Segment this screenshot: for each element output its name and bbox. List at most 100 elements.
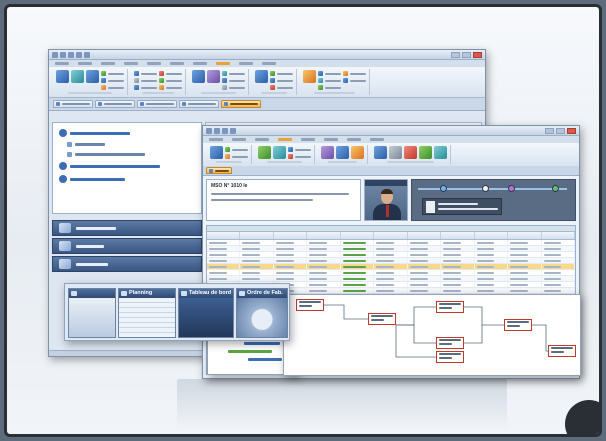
document-tab[interactable] xyxy=(95,100,135,108)
ribbon-tab[interactable] xyxy=(347,138,361,141)
ribbon-small-button[interactable] xyxy=(318,85,341,90)
save-icon[interactable] xyxy=(214,127,220,134)
flow-node[interactable] xyxy=(436,337,464,349)
ribbon-tab-active[interactable] xyxy=(278,138,292,141)
ribbon-small-button[interactable] xyxy=(159,85,182,90)
ribbon-tab[interactable] xyxy=(209,138,223,141)
save-icon[interactable] xyxy=(60,51,66,58)
ribbon-small-button[interactable] xyxy=(134,78,157,83)
document-tab-active[interactable] xyxy=(221,100,261,108)
calendar-icon[interactable] xyxy=(255,70,268,83)
thumbnail-ordre-de-fab[interactable]: Ordre de Fab. xyxy=(236,288,288,338)
close-button[interactable] xyxy=(473,51,482,58)
sidebar-link[interactable] xyxy=(59,129,195,137)
users-icon[interactable] xyxy=(273,146,286,159)
users-icon[interactable] xyxy=(71,70,84,83)
sidebar-link[interactable] xyxy=(59,175,195,183)
tools-icon[interactable] xyxy=(303,70,316,83)
ribbon-small-button[interactable] xyxy=(343,78,366,83)
ribbon-small-button[interactable] xyxy=(101,85,124,90)
sidebar-nav-group[interactable] xyxy=(52,256,202,272)
ribbon-tab[interactable] xyxy=(262,62,276,65)
column-header[interactable] xyxy=(441,232,475,239)
flow-node[interactable] xyxy=(368,313,396,325)
document-tab[interactable] xyxy=(179,100,219,108)
ribbon-tab[interactable] xyxy=(101,62,115,65)
ribbon-tab[interactable] xyxy=(193,62,207,65)
document-tab[interactable] xyxy=(53,100,93,108)
flow-node[interactable] xyxy=(436,301,464,313)
calendar-icon[interactable] xyxy=(336,146,349,159)
print-icon[interactable] xyxy=(389,146,402,159)
gantt-bar[interactable] xyxy=(244,342,280,345)
column-header[interactable] xyxy=(542,232,575,239)
minimize-button[interactable] xyxy=(451,51,460,58)
ribbon-small-button[interactable] xyxy=(159,71,182,76)
document-tab[interactable] xyxy=(137,100,177,108)
sidebar-sublink[interactable] xyxy=(59,142,195,147)
ribbon-small-button[interactable] xyxy=(270,85,293,90)
minimize-button[interactable] xyxy=(545,127,554,134)
ribbon-tab[interactable] xyxy=(170,62,184,65)
home-icon[interactable] xyxy=(210,146,223,159)
ribbon-tab[interactable] xyxy=(370,138,384,141)
ribbon-small-button[interactable] xyxy=(134,71,157,76)
ribbon-small-button[interactable] xyxy=(101,71,124,76)
app-logo-icon[interactable] xyxy=(52,51,58,58)
redo-icon[interactable] xyxy=(230,127,236,134)
column-header[interactable] xyxy=(240,232,274,239)
ribbon-small-button[interactable] xyxy=(343,71,366,76)
ribbon-small-button[interactable] xyxy=(318,71,341,76)
app-logo-icon[interactable] xyxy=(206,127,212,134)
ribbon-small-button[interactable] xyxy=(222,71,245,76)
sidebar-nav-group[interactable] xyxy=(52,220,202,236)
gantt-bar[interactable] xyxy=(228,350,272,353)
delete-icon[interactable] xyxy=(404,146,417,159)
ribbon-small-button[interactable] xyxy=(101,78,124,83)
timeline-marker[interactable] xyxy=(482,185,489,192)
thumbnail-planning[interactable]: Planning xyxy=(118,288,176,338)
ribbon-tab[interactable] xyxy=(255,138,269,141)
thumbnail-1[interactable] xyxy=(68,288,116,338)
chart-icon[interactable] xyxy=(321,146,334,159)
flow-node[interactable] xyxy=(296,299,324,311)
close-button[interactable] xyxy=(567,127,576,134)
ribbon-tab[interactable] xyxy=(124,62,138,65)
ribbon-tab[interactable] xyxy=(147,62,161,65)
ribbon-small-button[interactable] xyxy=(222,78,245,83)
ribbon-small-button[interactable] xyxy=(288,154,311,159)
gear-icon[interactable] xyxy=(56,70,69,83)
ribbon-tab[interactable] xyxy=(301,138,315,141)
ribbon-small-button[interactable] xyxy=(225,147,248,152)
folder-icon[interactable] xyxy=(86,70,99,83)
column-header[interactable] xyxy=(374,232,408,239)
ribbon-tab[interactable] xyxy=(324,138,338,141)
ribbon-small-button[interactable] xyxy=(288,147,311,152)
maximize-button[interactable] xyxy=(462,51,471,58)
ribbon-small-button[interactable] xyxy=(318,78,341,83)
chart-icon[interactable] xyxy=(207,70,220,83)
ribbon-tab[interactable] xyxy=(239,62,253,65)
column-header[interactable] xyxy=(408,232,442,239)
dashboard-tab-active[interactable] xyxy=(206,167,232,174)
column-header[interactable] xyxy=(341,232,375,239)
flow-node[interactable] xyxy=(504,319,532,331)
flow-node[interactable] xyxy=(436,351,464,363)
column-header[interactable] xyxy=(274,232,308,239)
undo-icon[interactable] xyxy=(68,51,74,58)
redo-icon[interactable] xyxy=(76,51,82,58)
column-header[interactable] xyxy=(307,232,341,239)
filter-icon[interactable] xyxy=(374,146,387,159)
ribbon-small-button[interactable] xyxy=(134,85,157,90)
ribbon-small-button[interactable] xyxy=(270,78,293,83)
column-header[interactable] xyxy=(207,232,241,239)
ribbon-tab[interactable] xyxy=(55,62,69,65)
timeline-marker[interactable] xyxy=(440,185,447,192)
print-icon[interactable] xyxy=(84,51,90,58)
ribbon-tab[interactable] xyxy=(232,138,246,141)
maximize-button[interactable] xyxy=(556,127,565,134)
refresh-icon[interactable] xyxy=(258,146,271,159)
gantt-bar[interactable] xyxy=(248,358,282,361)
import-icon[interactable] xyxy=(434,146,447,159)
ribbon-tab-active[interactable] xyxy=(216,62,230,65)
